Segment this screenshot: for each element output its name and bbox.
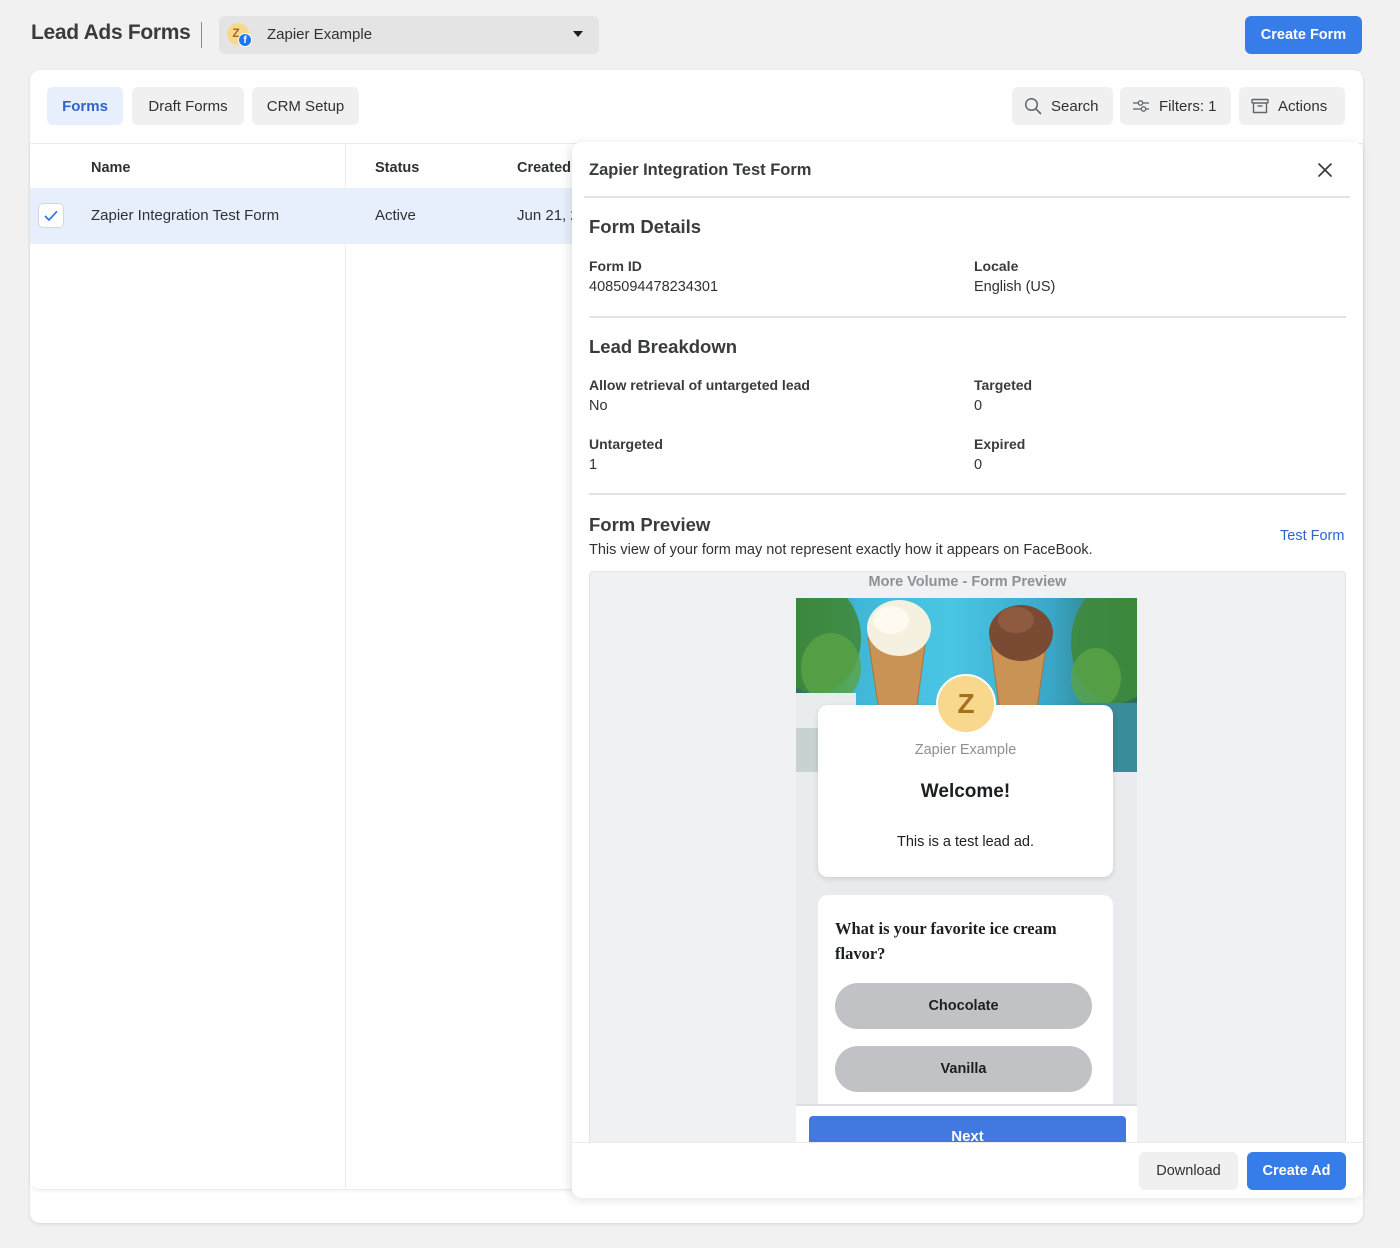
expired-label: Expired bbox=[974, 436, 1026, 452]
preview-disclaimer: This view of your form may not represent… bbox=[589, 542, 1093, 558]
allow-untargeted-label: Allow retrieval of untargeted lead bbox=[589, 377, 810, 393]
locale-value: English (US) bbox=[974, 279, 1056, 295]
welcome-title: Welcome! bbox=[920, 781, 1011, 802]
search-label: Search bbox=[1051, 97, 1099, 115]
download-button[interactable]: Download bbox=[1139, 1152, 1238, 1190]
account-name: Zapier Example bbox=[267, 26, 373, 43]
form-created-cell: Jun 21, 2 bbox=[517, 207, 572, 224]
option-chocolate[interactable]: Chocolate bbox=[835, 983, 1092, 1029]
targeted-value: 0 bbox=[974, 398, 983, 414]
allow-untargeted-value: No bbox=[589, 398, 608, 414]
create-form-button[interactable]: Create Form bbox=[1245, 16, 1362, 54]
question-card: What is your favorite ice cream flavor? … bbox=[818, 895, 1113, 1125]
tab-draft-forms[interactable]: Draft Forms bbox=[132, 87, 244, 125]
form-details-heading: Form Details bbox=[589, 216, 702, 237]
column-header-created[interactable]: Created bbox=[517, 160, 571, 176]
brand-avatar: Z bbox=[936, 674, 996, 734]
account-selector[interactable]: Z f Zapier Example bbox=[219, 16, 599, 54]
targeted-label: Targeted bbox=[974, 377, 1033, 393]
welcome-description: This is a test lead ad. bbox=[896, 834, 1034, 850]
tab-crm-setup[interactable]: CRM Setup bbox=[252, 87, 359, 125]
column-divider bbox=[345, 144, 346, 1189]
search-icon bbox=[1024, 97, 1042, 115]
close-button[interactable] bbox=[1315, 160, 1335, 180]
checkmark-icon bbox=[44, 210, 58, 221]
form-name-cell[interactable]: Zapier Integration Test Form bbox=[91, 207, 279, 224]
facebook-icon: f bbox=[238, 33, 252, 47]
column-header-status[interactable]: Status bbox=[375, 160, 419, 176]
column-header-name[interactable]: Name bbox=[91, 160, 131, 176]
locale-label: Locale bbox=[974, 258, 1019, 274]
page-title: Lead Ads Forms bbox=[31, 21, 191, 44]
sliders-icon bbox=[1133, 100, 1149, 112]
form-detail-panel: Zapier Integration Test Form Form Detail… bbox=[572, 142, 1363, 1198]
filters-button[interactable]: Filters: 1 bbox=[1120, 87, 1231, 125]
panel-footer: Download Create Ad bbox=[572, 1142, 1363, 1198]
form-preview-heading: Form Preview bbox=[589, 514, 711, 535]
form-preview-frame[interactable]: More Volume - Form Preview Z Zapier Exam… bbox=[589, 571, 1346, 1171]
form-id-label: Form ID bbox=[589, 258, 642, 274]
lead-breakdown-heading: Lead Breakdown bbox=[589, 336, 738, 357]
divider bbox=[589, 316, 1346, 318]
filters-label: Filters: 1 bbox=[1159, 97, 1217, 115]
divider bbox=[584, 196, 1350, 198]
option-vanilla[interactable]: Vanilla bbox=[835, 1046, 1092, 1092]
chevron-down-icon bbox=[573, 31, 583, 37]
form-status-cell: Active bbox=[375, 207, 416, 224]
archive-icon bbox=[1251, 98, 1269, 114]
untargeted-label: Untargeted bbox=[589, 436, 663, 452]
tab-forms[interactable]: Forms bbox=[47, 87, 123, 125]
form-id-value: 4085094478234301 bbox=[589, 279, 719, 295]
preview-caption: More Volume - Form Preview bbox=[868, 574, 1067, 590]
test-form-link[interactable]: Test Form bbox=[1280, 528, 1344, 544]
actions-label: Actions bbox=[1278, 97, 1328, 115]
question-text: What is your favorite ice cream flavor? bbox=[835, 919, 1057, 963]
create-ad-button[interactable]: Create Ad bbox=[1247, 1152, 1346, 1190]
header-divider bbox=[201, 22, 202, 48]
row-checkbox[interactable] bbox=[38, 203, 64, 228]
phone-preview: Z Zapier Example Welcome! This is a test… bbox=[796, 598, 1137, 1170]
panel-title: Zapier Integration Test Form bbox=[589, 161, 812, 179]
search-button[interactable]: Search bbox=[1012, 87, 1113, 125]
expired-value: 0 bbox=[974, 457, 983, 473]
brand-name: Zapier Example bbox=[914, 742, 1017, 758]
table-row[interactable]: Zapier Integration Test Form Active Jun … bbox=[30, 188, 590, 244]
close-icon bbox=[1318, 163, 1332, 177]
divider bbox=[589, 493, 1346, 495]
untargeted-value: 1 bbox=[589, 457, 598, 473]
actions-button[interactable]: Actions bbox=[1239, 87, 1345, 125]
